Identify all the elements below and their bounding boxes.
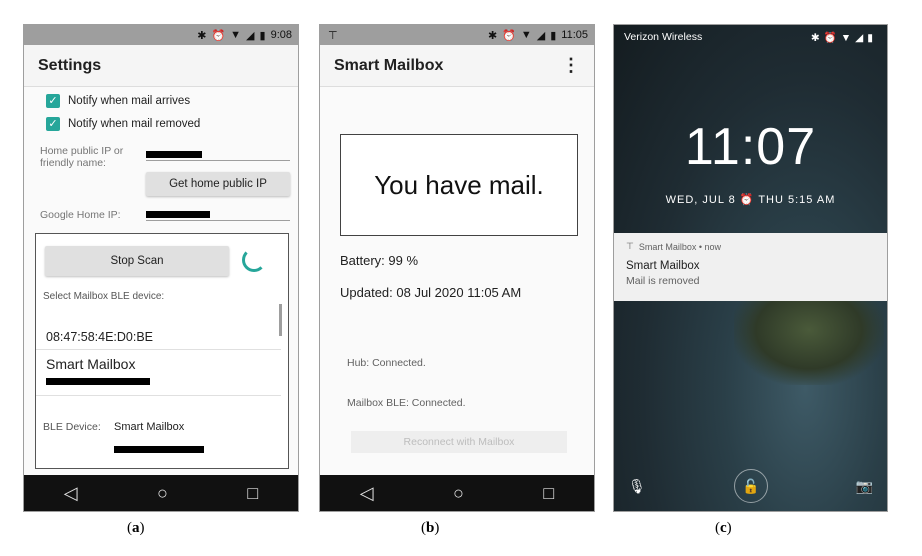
hub-status: Hub: Connected. [347, 357, 426, 369]
app-bar: Smart Mailbox ⋮ [320, 45, 594, 87]
signal-icon: ◢ [536, 29, 546, 42]
caption-b: (b) [421, 520, 440, 536]
get-home-ip-button[interactable]: Get home public IP [146, 172, 290, 196]
microphone-icon[interactable]: 🎙 [628, 478, 646, 495]
notify-arrives-checkbox[interactable]: ✓ Notify when mail arrives [24, 89, 298, 112]
mail-status-message: You have mail. [340, 134, 578, 236]
checkbox-checked-icon: ✓ [46, 93, 60, 108]
page-title: Settings [38, 56, 102, 74]
battery-icon: ▮ [259, 29, 266, 42]
status-bar: ✱ ⏰ ▼ ◢ ▮ 9:08 [24, 25, 298, 45]
device-list-item[interactable]: Smart Mailbox [36, 350, 281, 396]
redacted-address [114, 446, 204, 453]
status-icons: ✱⏰▼◢▮ [810, 31, 877, 44]
ble-device-label: BLE Device: [43, 421, 101, 433]
wifi-icon: ▼ [520, 29, 532, 41]
redacted-address [46, 378, 150, 385]
select-device-label: Select Mailbox BLE device: [43, 291, 165, 302]
date-alarm-line: WED, JUL 8 ⏰ THU 5:15 AM [665, 194, 836, 206]
lock-clock: 11:07 [684, 118, 817, 176]
caption-a: (a) [127, 520, 145, 536]
checkbox-checked-icon: ✓ [46, 116, 60, 131]
status-time: 11:05 [561, 29, 588, 41]
ble-device-value: Smart Mailbox [114, 421, 185, 433]
notify-removed-checkbox[interactable]: ✓ Notify when mail removed [24, 112, 298, 135]
mailbox-app-icon: ⊤ [328, 29, 338, 42]
recents-icon[interactable]: □ [543, 483, 554, 504]
home-ip-label: Home public IP or friendly name: [40, 145, 124, 169]
redacted-value [146, 151, 202, 158]
home-icon[interactable]: ○ [453, 483, 464, 504]
phone-lock-screen: Verizon Wireless ✱⏰▼◢▮ 11:07 WED, JUL 8 … [613, 24, 888, 512]
mailbox-ble-status: Mailbox BLE: Connected. [347, 397, 466, 409]
device-list-item[interactable]: 08:47:58:4E:D0:BE [36, 320, 281, 350]
home-ip-input[interactable] [146, 145, 290, 161]
google-home-label: Google Home IP: [40, 209, 121, 221]
nav-bar: ◁ ○ □ [24, 475, 298, 511]
phone-settings-screen: ✱ ⏰ ▼ ◢ ▮ 9:08 Settings ✓ Notify when ma… [23, 24, 299, 512]
back-icon[interactable]: ◁ [360, 483, 374, 504]
battery-text: Battery: 99 % [340, 253, 419, 268]
app-bar: Settings [24, 45, 298, 87]
caption-c: (c) [715, 520, 732, 536]
alarm-icon: ⏰ [211, 29, 226, 42]
bluetooth-icon: ✱ [487, 29, 498, 42]
phone-mailbox-screen: ⊤ ✱ ⏰ ▼ ◢ ▮ 11:05 Smart Mailbox ⋮ You ha… [319, 24, 595, 512]
alarm-icon: ⏰ [502, 29, 516, 42]
notification-app: Smart Mailbox • now [638, 241, 722, 252]
mailbox-app-icon: ⊤ [626, 241, 634, 251]
back-icon[interactable]: ◁ [64, 483, 78, 504]
home-icon[interactable]: ○ [157, 483, 168, 504]
status-bar: Verizon Wireless ✱⏰▼◢▮ [614, 25, 887, 49]
checkbox-label: Notify when mail arrives [68, 94, 191, 107]
device-address: 08:47:58:4E:D0:BE [46, 330, 154, 344]
bluetooth-icon: ✱ [197, 29, 207, 42]
carrier-name: Verizon Wireless [624, 31, 703, 43]
reconnect-button[interactable]: Reconnect with Mailbox [351, 431, 567, 453]
signal-icon: ◢ [246, 29, 255, 42]
camera-icon[interactable]: 📷 [856, 478, 873, 495]
nav-bar: ◁ ○ □ [320, 475, 594, 511]
wifi-icon: ▼ [230, 29, 242, 41]
status-bar: ⊤ ✱ ⏰ ▼ ◢ ▮ 11:05 [320, 25, 594, 45]
notification-body: Mail is removed [626, 275, 700, 287]
scan-dialog: Stop Scan Select Mailbox BLE device: 08:… [35, 233, 289, 469]
updated-text: Updated: 08 Jul 2020 11:05 AM [340, 285, 522, 300]
page-title: Smart Mailbox [334, 56, 444, 74]
overflow-menu-icon[interactable]: ⋮ [562, 55, 580, 76]
device-name: Smart Mailbox [46, 356, 136, 372]
redacted-value [146, 211, 210, 218]
google-home-ip-input[interactable] [146, 205, 290, 221]
recents-icon[interactable]: □ [247, 483, 258, 504]
battery-icon: ▮ [550, 29, 557, 42]
spinner-icon [242, 248, 266, 272]
stop-scan-button[interactable]: Stop Scan [45, 246, 229, 276]
notification-card[interactable]: ⊤ Smart Mailbox • now Smart Mailbox Mail… [614, 233, 887, 301]
notification-title: Smart Mailbox [626, 260, 700, 272]
unlock-icon[interactable]: 🔓 [734, 469, 768, 503]
checkbox-label: Notify when mail removed [68, 117, 201, 130]
status-time: 9:08 [270, 29, 292, 41]
